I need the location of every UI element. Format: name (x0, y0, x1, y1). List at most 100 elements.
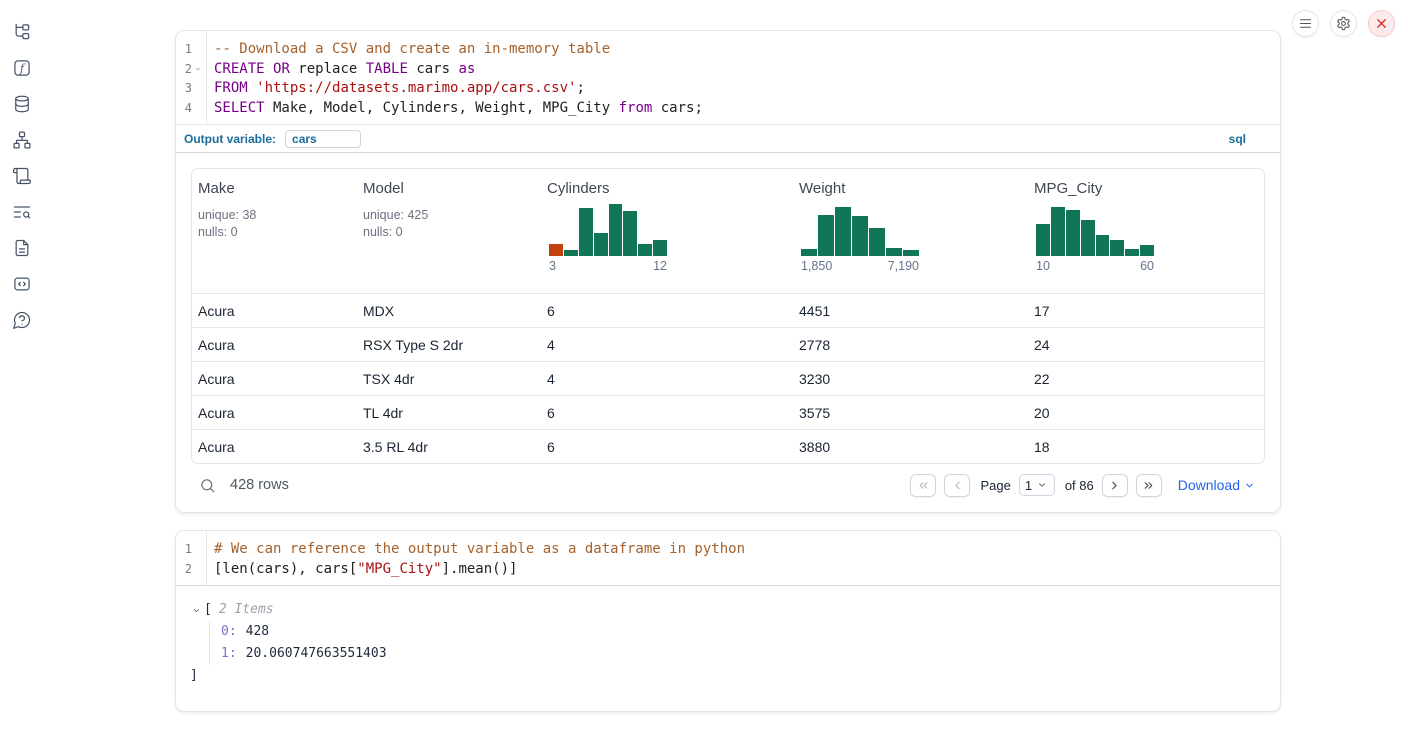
column-header-make[interactable]: Makeunique: 38nulls: 0 (192, 169, 357, 293)
column-title: Cylinders (547, 180, 789, 197)
table-cell: 4 (541, 337, 793, 353)
file-tree-icon[interactable] (12, 22, 32, 42)
line-number: 2 (176, 560, 192, 580)
column-header-cylinders[interactable]: Cylinders 3 12 (541, 169, 793, 293)
settings-button[interactable] (1330, 10, 1357, 37)
code-token: TABLE (366, 61, 408, 77)
column-header-model[interactable]: Modelunique: 425nulls: 0 (357, 169, 541, 293)
code-token: 'https://datasets.marimo.app/cars.csv' (256, 80, 576, 96)
table-cell: 2778 (793, 337, 1028, 353)
tree-entries: 0:4281:20.060747663551403 (209, 621, 1280, 665)
table-cell: 4451 (793, 303, 1028, 319)
histogram-axis-labels: 3 12 (549, 259, 667, 273)
code-token: -- Download a CSV and create an in-memor… (214, 41, 610, 57)
histogram-max-label: 12 (653, 259, 667, 273)
table-row: Acura3.5 RL 4dr6388018 (192, 429, 1264, 463)
code-text: FROM 'https://datasets.marimo.app/cars.c… (206, 79, 585, 99)
output-variable-input[interactable] (285, 130, 361, 148)
download-button[interactable]: Download (1178, 477, 1255, 493)
line-gutter: 4 (176, 99, 206, 119)
next-page-button[interactable] (1102, 474, 1128, 497)
table-cell: 3.5 RL 4dr (357, 439, 541, 455)
help-icon[interactable] (12, 310, 32, 330)
histogram-max-label: 60 (1140, 259, 1154, 273)
tree-entry-key: 0: (221, 621, 237, 643)
histogram-bars (801, 204, 919, 256)
logs-icon[interactable] (12, 202, 32, 222)
chevrons-right-icon (1142, 479, 1155, 492)
code-token: CREATE (214, 61, 265, 77)
code-token: replace (290, 61, 366, 77)
dependency-graph-icon[interactable] (12, 130, 32, 150)
snippets-icon[interactable] (12, 274, 32, 294)
chevron-right-icon (1108, 479, 1121, 492)
language-badge: sql (1229, 132, 1246, 146)
menu-button[interactable] (1292, 10, 1319, 37)
code-token (265, 61, 273, 77)
tree-close-bracket: ] (190, 665, 198, 687)
histogram-bar (638, 244, 652, 256)
histogram-axis-labels: 10 60 (1036, 259, 1154, 273)
gear-icon (1336, 16, 1351, 31)
table-cell: 17 (1028, 303, 1264, 319)
line-gutter: 3 (176, 79, 206, 99)
line-gutter: 1 (176, 540, 206, 560)
table-footer: 428 rows Page 1 of 86 (191, 466, 1265, 504)
column-stats: unique: 425nulls: 0 (363, 207, 537, 241)
table-cell: 3230 (793, 371, 1028, 387)
documentation-icon[interactable] (12, 238, 32, 258)
python-code-editor[interactable]: 1 # We can reference the output variable … (176, 531, 1280, 586)
code-token: Make, Model, Cylinders, Weight, MPG_City (265, 100, 619, 116)
code-token: SELECT (214, 100, 265, 116)
histogram-min-label: 10 (1036, 259, 1050, 273)
code-token: "MPG_City" (357, 561, 441, 577)
fold-icon[interactable] (192, 65, 204, 73)
sidebar: f (0, 0, 44, 729)
chevron-left-icon (951, 479, 964, 492)
table-cell: 18 (1028, 439, 1264, 455)
code-token: from (619, 100, 653, 116)
page-select[interactable]: 1 (1019, 474, 1055, 496)
last-page-button[interactable] (1136, 474, 1162, 497)
histogram-bar (1110, 240, 1124, 256)
histogram-bar (564, 250, 578, 256)
tree-entry: 1:20.060747663551403 (221, 643, 1280, 665)
database-icon[interactable] (12, 94, 32, 114)
sql-code-editor[interactable]: 1-- Download a CSV and create an in-memo… (176, 31, 1280, 124)
sql-cell: 1 -- Download a CSV and create an in-memo… (175, 30, 1281, 513)
histogram-bar (1036, 224, 1050, 256)
code-token: # We can reference the output variable a… (214, 541, 745, 557)
collapse-icon[interactable] (192, 606, 204, 615)
scratchpad-icon[interactable] (12, 166, 32, 186)
histogram-bar (594, 233, 608, 256)
histogram-bar (1066, 210, 1080, 256)
sql-cell-output: Makeunique: 38nulls: 0Modelunique: 425nu… (176, 153, 1280, 504)
code-text: SELECT Make, Model, Cylinders, Weight, M… (206, 99, 703, 119)
table-cell: 4 (541, 371, 793, 387)
table-cell: TL 4dr (357, 405, 541, 421)
variables-icon[interactable]: f (12, 58, 32, 78)
code-text: # We can reference the output variable a… (206, 540, 745, 560)
menu-icon (1298, 16, 1313, 31)
column-stat-line: unique: 38 (198, 207, 353, 224)
code-text: [len(cars), cars["MPG_City"].mean()] (206, 560, 517, 580)
svg-text:f: f (19, 62, 26, 75)
histogram-bar (549, 244, 563, 256)
histogram-axis-labels: 1,8507,190 (801, 259, 919, 273)
line-gutter: 2 (176, 60, 206, 80)
histogram-bar (1125, 249, 1139, 256)
histogram-bar (579, 208, 593, 256)
previous-page-button[interactable] (944, 474, 970, 497)
table-cell: Acura (192, 371, 357, 387)
column-header-weight[interactable]: Weight1,8507,190 (793, 169, 1028, 293)
table-row: AcuraTL 4dr6357520 (192, 395, 1264, 429)
histogram-bar (801, 249, 817, 256)
search-icon[interactable] (199, 477, 216, 494)
code-token: cars (408, 61, 459, 77)
shutdown-button[interactable] (1368, 10, 1395, 37)
histogram-min-label: 3 (549, 259, 556, 273)
chevrons-left-icon (917, 479, 930, 492)
first-page-button[interactable] (910, 474, 936, 497)
column-header-mpg_city[interactable]: MPG_City1060 (1028, 169, 1264, 293)
gutter-divider (206, 31, 207, 124)
